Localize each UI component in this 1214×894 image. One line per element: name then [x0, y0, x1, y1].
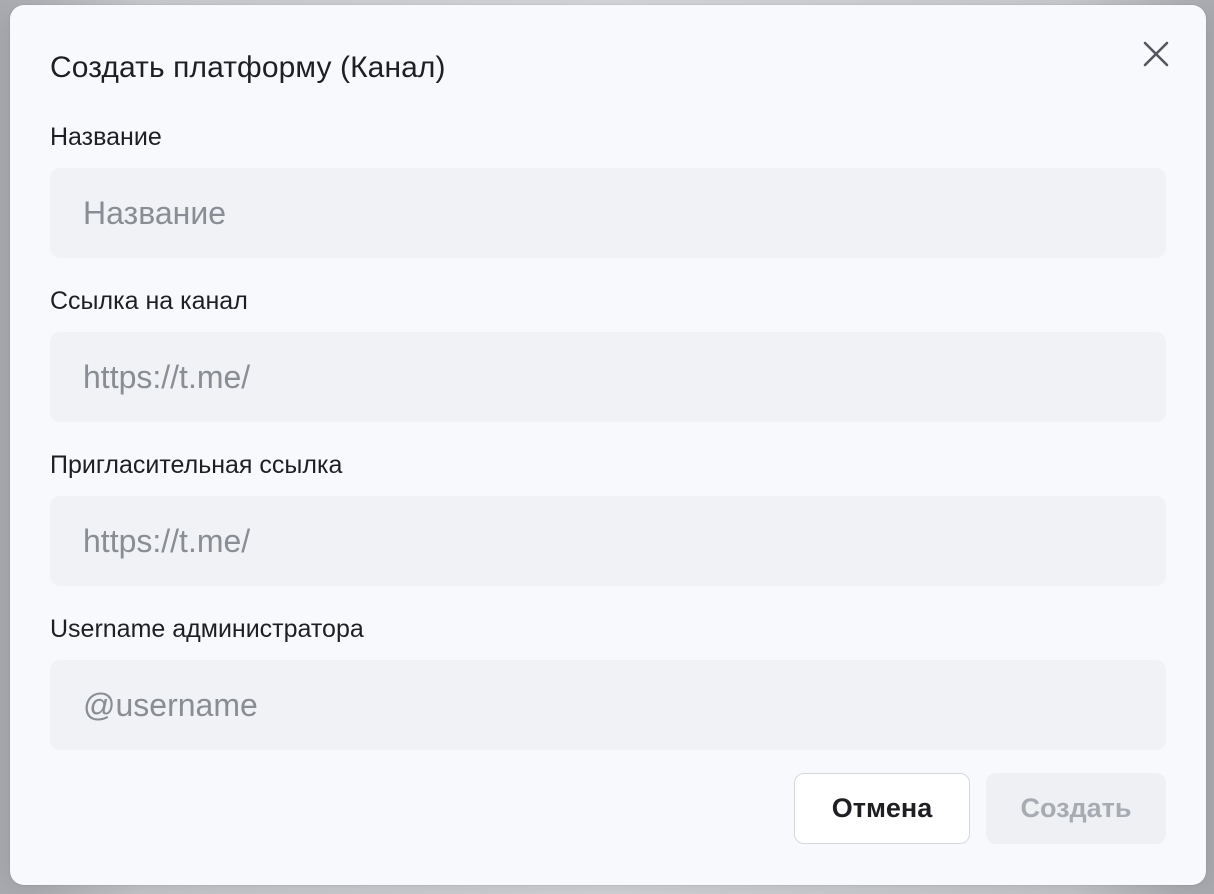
- dialog-title: Создать платформу (Канал): [50, 51, 446, 84]
- invite-link-label: Пригласительная ссылка: [50, 451, 343, 479]
- channel-link-input[interactable]: [50, 332, 1166, 422]
- channel-link-label: Ссылка на канал: [50, 287, 248, 315]
- create-platform-dialog: Создать платформу (Канал) Название Ссылк…: [10, 5, 1206, 885]
- invite-link-input[interactable]: [50, 496, 1166, 586]
- name-input[interactable]: [50, 168, 1166, 258]
- close-button[interactable]: [1140, 38, 1172, 70]
- admin-username-input[interactable]: [50, 660, 1166, 750]
- admin-username-label: Username администратора: [50, 615, 364, 643]
- create-button[interactable]: Создать: [986, 773, 1166, 844]
- close-icon: [1143, 41, 1169, 67]
- name-label: Название: [50, 123, 162, 151]
- cancel-button[interactable]: Отмена: [794, 773, 970, 844]
